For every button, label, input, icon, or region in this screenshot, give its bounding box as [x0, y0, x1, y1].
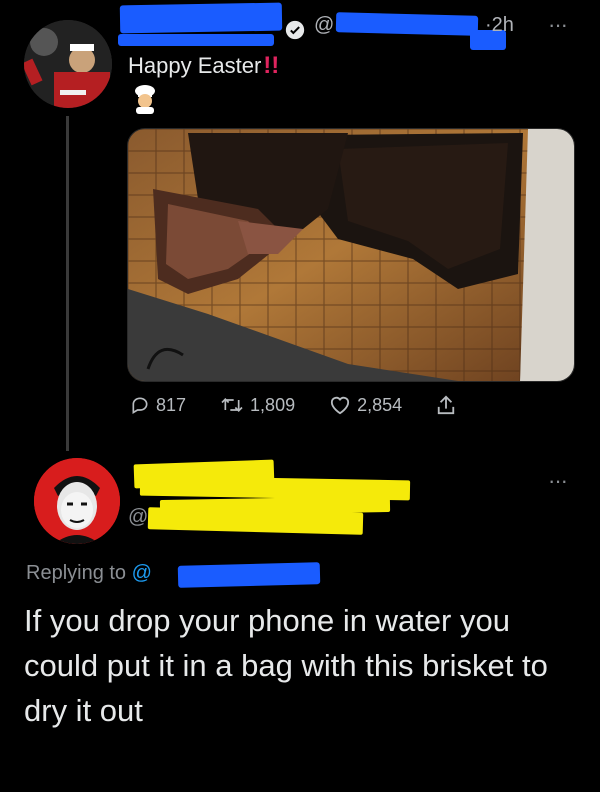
replier-avatar[interactable] — [34, 458, 120, 544]
reply-action[interactable]: 817 — [130, 395, 186, 416]
redacted-display-name — [119, 2, 283, 34]
reply-icon — [132, 397, 148, 414]
author-handle-prefix[interactable]: @ — [314, 14, 334, 37]
like-icon — [331, 396, 350, 415]
tweet-text: Happy Easter!! — [128, 52, 279, 80]
tweet-actions: 817 1,809 2,854 — [130, 394, 496, 416]
like-count: 2,854 — [357, 394, 403, 415]
more-options-icon-2[interactable]: ··· — [548, 468, 568, 494]
replying-to-handle[interactable]: @ — [132, 562, 152, 584]
brisket-photo-image — [128, 129, 574, 381]
more-options-icon[interactable]: ··· — [548, 12, 568, 38]
screenshot: @ ·2h ··· Happy Easter!! 817 1,809 2,854… — [0, 0, 600, 792]
replier-handle-prefix[interactable]: @ — [128, 506, 148, 529]
redacted-replying-handle — [177, 562, 321, 588]
share-action[interactable] — [436, 394, 462, 416]
replying-to-label: Replying to — [26, 562, 127, 584]
reply-count: 817 — [156, 394, 187, 415]
tweet-text-body: Happy Easter — [128, 53, 262, 78]
thread-line — [66, 116, 69, 451]
author-avatar[interactable] — [24, 20, 112, 108]
retweet-count: 1,809 — [250, 394, 296, 415]
cook-emoji-icon — [135, 85, 155, 114]
like-action[interactable]: 2,854 — [329, 395, 402, 416]
tweet-photo[interactable] — [127, 128, 575, 382]
replying-to-line: Replying to @ — [26, 562, 152, 585]
share-icon — [437, 395, 455, 415]
verified-badge-icon — [285, 20, 305, 40]
redacted-replier-handle-2 — [147, 507, 364, 535]
retweet-action[interactable]: 1,809 — [220, 395, 295, 416]
double-exclamation-emoji: !! — [263, 52, 280, 79]
redacted-handle — [335, 12, 479, 36]
reply-tweet-text: If you drop your phone in water you coul… — [24, 603, 548, 728]
retweet-icon — [221, 397, 243, 413]
redacted-display-name-2 — [118, 34, 274, 46]
tweet-timestamp[interactable]: ·2h — [485, 14, 514, 37]
